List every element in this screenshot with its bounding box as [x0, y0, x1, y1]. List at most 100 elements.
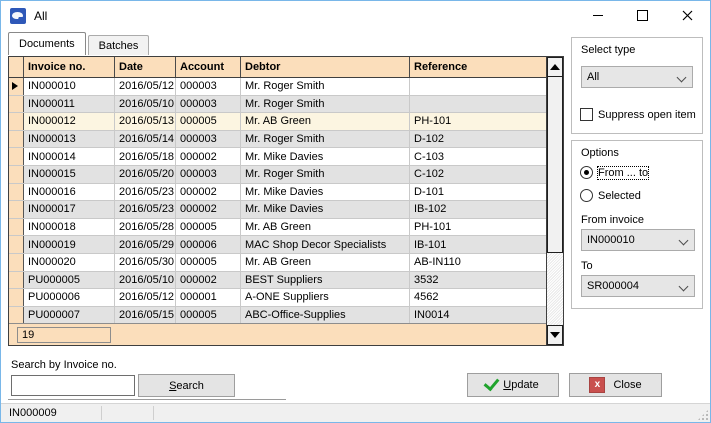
table-row[interactable]: IN0000102016/05/12000003Mr. Roger Smith [9, 78, 546, 96]
search-input[interactable] [11, 375, 135, 396]
grid-header-reference[interactable]: Reference [410, 57, 546, 77]
radio-from-to-circle[interactable] [580, 166, 593, 179]
row-indicator[interactable] [9, 166, 24, 183]
row-indicator[interactable] [9, 289, 24, 306]
cell-debtor[interactable]: Mr. AB Green [241, 219, 410, 236]
cell-debtor[interactable]: Mr. Roger Smith [241, 166, 410, 183]
cell-date[interactable]: 2016/05/13 [115, 113, 176, 130]
scroll-down-button[interactable] [547, 325, 563, 345]
cell-invoice[interactable]: PU000007 [24, 307, 115, 323]
table-row[interactable]: IN0000122016/05/13000005Mr. AB GreenPH-1… [9, 113, 546, 131]
cell-invoice[interactable]: IN000018 [24, 219, 115, 236]
cell-account[interactable]: 000002 [176, 201, 241, 218]
cell-account[interactable]: 000005 [176, 254, 241, 271]
cell-reference[interactable]: 3532 [410, 272, 546, 289]
minimize-button[interactable] [575, 1, 620, 30]
grid-vertical-scrollbar[interactable] [546, 57, 563, 345]
cell-date[interactable]: 2016/05/23 [115, 184, 176, 201]
table-row[interactable]: IN0000152016/05/20000003Mr. Roger SmithC… [9, 166, 546, 184]
cell-date[interactable]: 2016/05/10 [115, 272, 176, 289]
cell-date[interactable]: 2016/05/20 [115, 166, 176, 183]
cell-account[interactable]: 000005 [176, 219, 241, 236]
row-indicator[interactable] [9, 113, 24, 130]
cell-invoice[interactable]: IN000011 [24, 96, 115, 113]
current-row-indicator[interactable] [9, 78, 24, 95]
cell-account[interactable]: 000002 [176, 148, 241, 165]
cell-date[interactable]: 2016/05/14 [115, 131, 176, 148]
maximize-button[interactable] [620, 1, 665, 30]
row-indicator[interactable] [9, 201, 24, 218]
row-indicator[interactable] [9, 219, 24, 236]
tab-documents[interactable]: Documents [8, 32, 86, 55]
cell-reference[interactable]: C-103 [410, 148, 546, 165]
row-indicator[interactable] [9, 236, 24, 253]
cell-invoice[interactable]: IN000019 [24, 236, 115, 253]
cell-reference[interactable]: 4562 [410, 289, 546, 306]
row-indicator[interactable] [9, 184, 24, 201]
table-row[interactable]: IN0000142016/05/18000002Mr. Mike DaviesC… [9, 148, 546, 166]
resize-grip-icon[interactable] [698, 410, 708, 420]
cell-date[interactable]: 2016/05/28 [115, 219, 176, 236]
cell-invoice[interactable]: IN000010 [24, 78, 115, 95]
radio-from-to[interactable]: From ... to [580, 166, 648, 179]
cell-debtor[interactable]: A-ONE Suppliers [241, 289, 410, 306]
cell-invoice[interactable]: IN000014 [24, 148, 115, 165]
cell-debtor[interactable]: Mr. Roger Smith [241, 96, 410, 113]
cell-date[interactable]: 2016/05/18 [115, 148, 176, 165]
cell-account[interactable]: 000003 [176, 96, 241, 113]
table-row[interactable]: IN0000132016/05/14000003Mr. Roger SmithD… [9, 131, 546, 149]
table-row[interactable]: PU0000062016/05/12000001A-ONE Suppliers4… [9, 289, 546, 307]
cell-date[interactable]: 2016/05/10 [115, 96, 176, 113]
scroll-up-button[interactable] [547, 57, 563, 77]
cell-account[interactable]: 000003 [176, 131, 241, 148]
cell-invoice[interactable]: IN000016 [24, 184, 115, 201]
cell-reference[interactable]: AB-IN110 [410, 254, 546, 271]
table-row[interactable]: IN0000172016/05/23000002Mr. Mike DaviesI… [9, 201, 546, 219]
cell-date[interactable]: 2016/05/15 [115, 307, 176, 323]
cell-reference[interactable]: PH-101 [410, 219, 546, 236]
table-row[interactable]: IN0000182016/05/28000005Mr. AB GreenPH-1… [9, 219, 546, 237]
cell-invoice[interactable]: IN000012 [24, 113, 115, 130]
grid-header-date[interactable]: Date [115, 57, 176, 77]
close-button[interactable]: x Close [569, 373, 662, 397]
grid-header-invoice[interactable]: Invoice no. [24, 57, 115, 77]
table-row[interactable]: PU0000052016/05/10000002BEST Suppliers35… [9, 272, 546, 290]
cell-invoice[interactable]: PU000006 [24, 289, 115, 306]
cell-date[interactable]: 2016/05/12 [115, 78, 176, 95]
cell-invoice[interactable]: IN000015 [24, 166, 115, 183]
cell-invoice[interactable]: IN000017 [24, 201, 115, 218]
scrollbar-track[interactable] [547, 253, 563, 325]
from-invoice-dropdown[interactable]: IN000010 [581, 229, 695, 251]
row-indicator[interactable] [9, 131, 24, 148]
cell-debtor[interactable]: Mr. AB Green [241, 113, 410, 130]
cell-debtor[interactable]: Mr. Roger Smith [241, 131, 410, 148]
cell-debtor[interactable]: BEST Suppliers [241, 272, 410, 289]
cell-invoice[interactable]: PU000005 [24, 272, 115, 289]
cell-debtor[interactable]: Mr. AB Green [241, 254, 410, 271]
cell-reference[interactable]: C-102 [410, 166, 546, 183]
cell-account[interactable]: 000005 [176, 307, 241, 323]
cell-debtor[interactable]: Mr. Mike Davies [241, 201, 410, 218]
close-window-button[interactable] [665, 1, 710, 30]
suppress-open-item-checkbox[interactable] [580, 108, 593, 121]
table-row[interactable]: IN0000162016/05/23000002Mr. Mike DaviesD… [9, 184, 546, 202]
table-row[interactable]: IN0000202016/05/30000005Mr. AB GreenAB-I… [9, 254, 546, 272]
row-indicator[interactable] [9, 96, 24, 113]
cell-invoice[interactable]: IN000013 [24, 131, 115, 148]
select-type-dropdown[interactable]: All [581, 66, 693, 88]
cell-debtor[interactable]: Mr. Roger Smith [241, 78, 410, 95]
cell-debtor[interactable]: ABC-Office-Supplies [241, 307, 410, 323]
cell-account[interactable]: 000002 [176, 184, 241, 201]
update-button[interactable]: Update [467, 373, 559, 397]
scrollbar-thumb[interactable] [547, 77, 563, 253]
cell-date[interactable]: 2016/05/30 [115, 254, 176, 271]
row-indicator[interactable] [9, 254, 24, 271]
cell-reference[interactable]: IN0014 [410, 307, 546, 323]
cell-account[interactable]: 000003 [176, 166, 241, 183]
cell-date[interactable]: 2016/05/29 [115, 236, 176, 253]
row-indicator[interactable] [9, 148, 24, 165]
cell-invoice[interactable]: IN000020 [24, 254, 115, 271]
cell-reference[interactable] [410, 78, 546, 95]
cell-reference[interactable]: D-101 [410, 184, 546, 201]
cell-reference[interactable]: IB-101 [410, 236, 546, 253]
